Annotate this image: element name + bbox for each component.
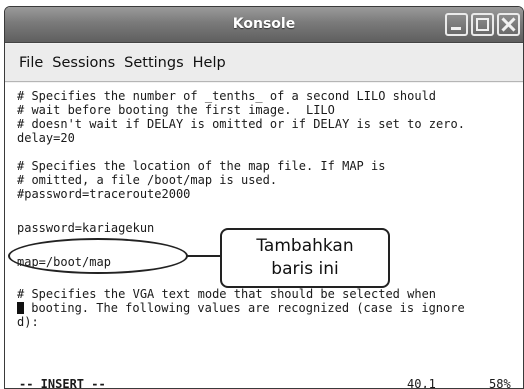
terminal-line: #password=traceroute2000 (17, 187, 191, 201)
terminal-line: # doesn't wait if DELAY is omitted or if… (17, 117, 465, 131)
maximize-icon (476, 18, 489, 31)
minimize-button[interactable] (445, 13, 468, 36)
menu-bar: File Sessions Settings Help (5, 44, 523, 82)
menu-help[interactable]: Help (193, 55, 226, 71)
callout-box: Tambahkan baris ini (220, 228, 390, 288)
callout-connector (186, 255, 222, 257)
terminal-line: # omitted, a file /boot/map is used. (17, 173, 278, 187)
menu-sessions[interactable]: Sessions (52, 55, 115, 71)
callout-text-line1: Tambahkan (256, 236, 354, 256)
terminal-line: # Specifies the VGA text mode that shoul… (17, 287, 437, 301)
text-cursor (17, 302, 24, 314)
callout-text-line2: baris ini (271, 259, 339, 279)
title-bar[interactable]: Konsole (5, 7, 523, 43)
vim-status-line: -- INSERT -- 40,1 58% (5, 377, 523, 389)
cursor-position: 40,1 (407, 377, 436, 389)
close-button[interactable] (497, 13, 520, 36)
terminal-line-cursor: booting. The following values are recogn… (17, 301, 523, 315)
terminal-line: # Specifies the location of the map file… (17, 159, 386, 173)
terminal-line: delay=20 (17, 131, 75, 145)
terminal-line: # wait before booting the first image. L… (17, 103, 335, 117)
insert-mode-indicator: -- INSERT -- (19, 377, 106, 389)
highlight-ellipse (8, 238, 188, 274)
konsole-window: Konsole File Sessions Settings Help # Sp… (4, 6, 524, 389)
menu-settings[interactable]: Settings (124, 55, 183, 71)
terminal-line: d): (17, 315, 39, 329)
scroll-percent: 58% (489, 377, 511, 389)
maximize-button[interactable] (471, 13, 494, 36)
minimize-icon (451, 27, 461, 30)
terminal-line: # Specifies the number of _tenths_ of a … (17, 89, 437, 103)
terminal-line-text: booting. The following values are recogn… (24, 301, 465, 315)
menu-file[interactable]: File (19, 55, 43, 71)
